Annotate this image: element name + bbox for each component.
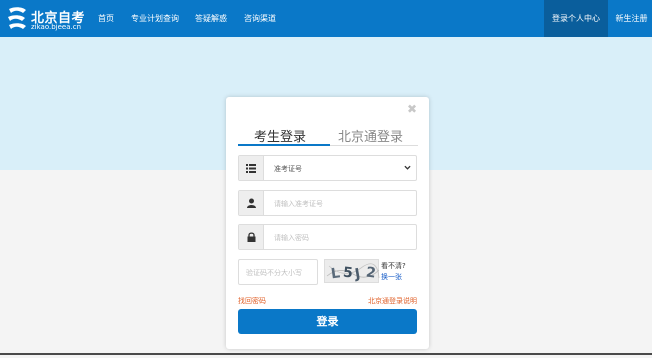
forgot-password-link[interactable]: 找回密码 <box>238 296 266 306</box>
site-logo[interactable]: 北京自考 zikao.bjeea.cn <box>6 4 86 34</box>
captcha-unclear-text: 看不清? <box>381 262 406 270</box>
user-icon <box>239 191 264 215</box>
tab-divider <box>330 145 418 146</box>
candidate-id-placeholder: 请输入准考证号 <box>274 200 323 208</box>
login-card: ✖ 考生登录 北京通登录 准考证号 请输入准考证号 请输入密码 验证码不分大小写… <box>226 97 429 349</box>
top-navbar: 北京自考 zikao.bjeea.cn 首页 专业计划查询 答疑解惑 咨询渠道 … <box>0 0 652 37</box>
active-tab-indicator <box>238 144 330 146</box>
candidate-id-input[interactable]: 请输入准考证号 <box>238 190 417 216</box>
captcha-image[interactable]: L 5 J 2 <box>324 259 380 283</box>
captcha-placeholder: 验证码不分大小写 <box>246 269 302 277</box>
zikao-logo-icon <box>8 7 26 29</box>
captcha-char: L <box>330 265 341 282</box>
chevron-down-icon <box>404 165 411 170</box>
password-placeholder: 请输入密码 <box>274 234 309 242</box>
nav-contact-channels[interactable]: 咨询渠道 <box>244 13 276 24</box>
id-type-selected: 准考证号 <box>274 165 302 173</box>
tab-beijingtong-login[interactable]: 北京通登录 <box>338 126 403 145</box>
id-type-select[interactable]: 准考证号 <box>238 155 417 181</box>
nav-faq[interactable]: 答疑解惑 <box>195 13 227 24</box>
close-icon[interactable]: ✖ <box>407 102 417 116</box>
list-icon <box>239 156 264 180</box>
captcha-refresh-link[interactable]: 换一张 <box>381 272 402 282</box>
login-button[interactable]: 登录 <box>238 309 417 334</box>
beijingtong-help-link[interactable]: 北京通登录说明 <box>368 296 417 306</box>
brand-subtitle: zikao.bjeea.cn <box>31 23 82 31</box>
captcha-input[interactable]: 验证码不分大小写 <box>238 259 318 285</box>
page-bottom-border <box>0 353 652 355</box>
captcha-char: 5 <box>342 265 353 282</box>
nav-register[interactable]: 新生注册 <box>611 0 652 37</box>
lock-icon <box>239 225 264 249</box>
nav-program-search[interactable]: 专业计划查询 <box>131 13 179 24</box>
nav-home[interactable]: 首页 <box>98 13 114 24</box>
tab-candidate-login[interactable]: 考生登录 <box>254 126 306 145</box>
captcha-char: 2 <box>365 265 377 282</box>
password-input[interactable]: 请输入密码 <box>238 224 417 250</box>
nav-login-personal-center[interactable]: 登录个人中心 <box>544 0 608 37</box>
